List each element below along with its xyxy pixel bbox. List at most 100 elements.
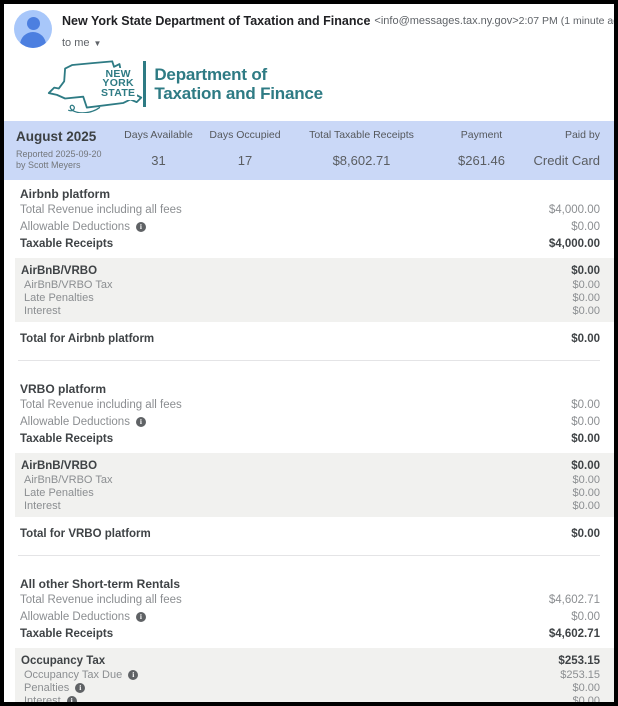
- sender-address: <info@messages.tax.ny.gov>: [374, 15, 519, 27]
- row-label: Late Penalties: [24, 291, 94, 304]
- row-label: Occupancy Tax: [21, 654, 106, 667]
- row-label: Interest i: [24, 695, 77, 702]
- report-summary-strip: August 2025 Days Available Days Occupied…: [4, 121, 614, 180]
- val-days-occupied: 17: [237, 152, 253, 168]
- nys-dtf-logo: NEW YORK STATE Department of Taxation an…: [45, 55, 614, 113]
- logo-lockup: NEW YORK STATE Department of Taxation an…: [99, 61, 323, 107]
- report-row: Total Revenue including all fees $0.00: [20, 396, 600, 413]
- row-amount: $0.00: [571, 398, 600, 411]
- subtotal-header-row: AirBnB/VRBO $0.00: [15, 458, 600, 473]
- department-name: Department of Taxation and Finance: [154, 64, 323, 104]
- val-payment: $261.46: [458, 152, 505, 168]
- report-section: VRBO platform Total Revenue including all…: [15, 382, 614, 542]
- report-row: Interest i $0.00: [15, 694, 600, 706]
- report-row: Taxable Receipts $4,602.71: [20, 625, 600, 642]
- section-title: All other Short-term Rentals: [20, 577, 181, 591]
- report-row: Allowable Deductions i $0.00: [20, 218, 600, 235]
- timestamp: 2:07 PM (1 minute ago): [518, 15, 618, 27]
- row-amount: $4,000.00: [548, 237, 600, 250]
- val-paid-by: Credit Card: [533, 152, 600, 168]
- info-icon[interactable]: i: [66, 695, 77, 702]
- row-amount: $0.00: [571, 527, 600, 540]
- row-amount: $0.00: [572, 486, 600, 499]
- report-row: AirBnB/VRBO Tax $0.00: [15, 473, 600, 486]
- row-label: Total Revenue including all fees: [20, 398, 182, 411]
- row-label: Allowable Deductions i: [20, 611, 146, 623]
- report-row: Penalties i $0.00: [15, 681, 600, 694]
- row-amount: $0.00: [571, 610, 600, 623]
- info-icon[interactable]: i: [75, 682, 86, 693]
- row-amount: $0.00: [572, 681, 600, 694]
- to-me-dropdown[interactable]: to me ▼: [62, 37, 101, 49]
- row-amount: $0.00: [571, 432, 600, 445]
- row-amount: $0.00: [572, 278, 600, 291]
- row-label: Total for VRBO platform: [20, 527, 151, 540]
- email-view: New York State Department of Taxation an…: [0, 0, 618, 706]
- report-row: Total Revenue including all fees $4,602.7…: [20, 591, 600, 608]
- row-amount: $0.00: [571, 459, 600, 472]
- section-divider: [18, 360, 600, 361]
- report-section: Airbnb platform Total Revenue including a…: [15, 187, 614, 347]
- report-row: Occupancy Tax Due i $253.15: [15, 668, 600, 681]
- row-amount: $0.00: [571, 415, 600, 428]
- chevron-down-icon: ▼: [93, 38, 102, 48]
- row-amount: $0.00: [572, 304, 600, 317]
- message-header-main: New York State Department of Taxation an…: [52, 10, 614, 49]
- subtotal-block: AirBnB/VRBO $0.00 AirBnB/VRBO Tax $0.00 Late…: [15, 258, 614, 322]
- report-row: AirBnB/VRBO Tax $0.00: [15, 278, 600, 291]
- report-section: All other Short-term Rentals Total Revenu…: [15, 577, 614, 702]
- info-icon[interactable]: i: [135, 416, 146, 427]
- reported-info: Reported 2025-09-20 by Scott Meyers: [16, 149, 102, 170]
- section-total-row: Total for Airbnb platform $0.00: [20, 330, 600, 347]
- subtotal-header-row: Occupancy Tax $253.15: [15, 653, 600, 668]
- avatar[interactable]: [14, 10, 52, 48]
- row-label: Allowable Deductions i: [20, 416, 146, 428]
- info-icon[interactable]: i: [135, 611, 146, 622]
- row-label: Taxable Receipts: [20, 237, 114, 250]
- row-label: Taxable Receipts: [20, 432, 114, 445]
- row-amount: $0.00: [572, 694, 600, 706]
- subtotal-header-row: AirBnB/VRBO $0.00: [15, 263, 600, 278]
- row-amount: $0.00: [571, 332, 600, 345]
- report-body: Airbnb platform Total Revenue including a…: [4, 187, 614, 702]
- row-amount: $0.00: [571, 264, 600, 277]
- report-row: Taxable Receipts $4,000.00: [20, 235, 600, 252]
- row-label: Penalties i: [24, 682, 86, 694]
- report-row: Interest $0.00: [15, 499, 600, 512]
- section-title: VRBO platform: [20, 382, 107, 396]
- row-amount: $0.00: [572, 473, 600, 486]
- row-label: Interest: [24, 304, 61, 317]
- col-payment: Payment: [460, 129, 503, 141]
- info-icon[interactable]: i: [135, 221, 146, 232]
- report-row: Taxable Receipts $0.00: [20, 430, 600, 447]
- section-title: Airbnb platform: [20, 187, 110, 201]
- row-label: Occupancy Tax Due i: [24, 669, 139, 681]
- row-label: Allowable Deductions i: [20, 221, 146, 233]
- row-label: Total Revenue including all fees: [20, 593, 182, 606]
- report-period: August 2025: [16, 129, 97, 144]
- sender-name: New York State Department of Taxation an…: [62, 14, 371, 28]
- report-row: Total Revenue including all fees $4,000.0…: [20, 201, 600, 218]
- row-amount: $0.00: [571, 220, 600, 233]
- row-label: Total for Airbnb platform: [20, 332, 155, 345]
- row-label: Interest: [24, 499, 61, 512]
- report-row: Interest $0.00: [15, 304, 600, 317]
- section-total-row: Total for VRBO platform $0.00: [20, 525, 600, 542]
- logo-divider: [143, 61, 147, 107]
- row-label: Taxable Receipts: [20, 627, 114, 640]
- summary-header-row: August 2025 Days Available Days Occupied…: [16, 129, 600, 144]
- row-label: Late Penalties: [24, 486, 94, 499]
- subtotal-block: AirBnB/VRBO $0.00 AirBnB/VRBO Tax $0.00 Late…: [15, 453, 614, 517]
- row-amount: $4,602.71: [548, 627, 600, 640]
- row-label: AirBnB/VRBO: [21, 459, 98, 472]
- info-icon[interactable]: i: [128, 669, 139, 680]
- to-me-label: to me: [62, 37, 90, 49]
- row-amount: $4,000.00: [548, 203, 600, 216]
- row-label: AirBnB/VRBO Tax: [24, 278, 113, 291]
- report-row: Late Penalties $0.00: [15, 291, 600, 304]
- col-paid-by: Paid by: [564, 129, 600, 141]
- report-row: Late Penalties $0.00: [15, 486, 600, 499]
- val-days-available: 31: [151, 152, 166, 168]
- nys-wordmark: NEW YORK STATE: [99, 67, 138, 101]
- summary-values-row: Reported 2025-09-20 by Scott Meyers 31 1…: [16, 149, 600, 171]
